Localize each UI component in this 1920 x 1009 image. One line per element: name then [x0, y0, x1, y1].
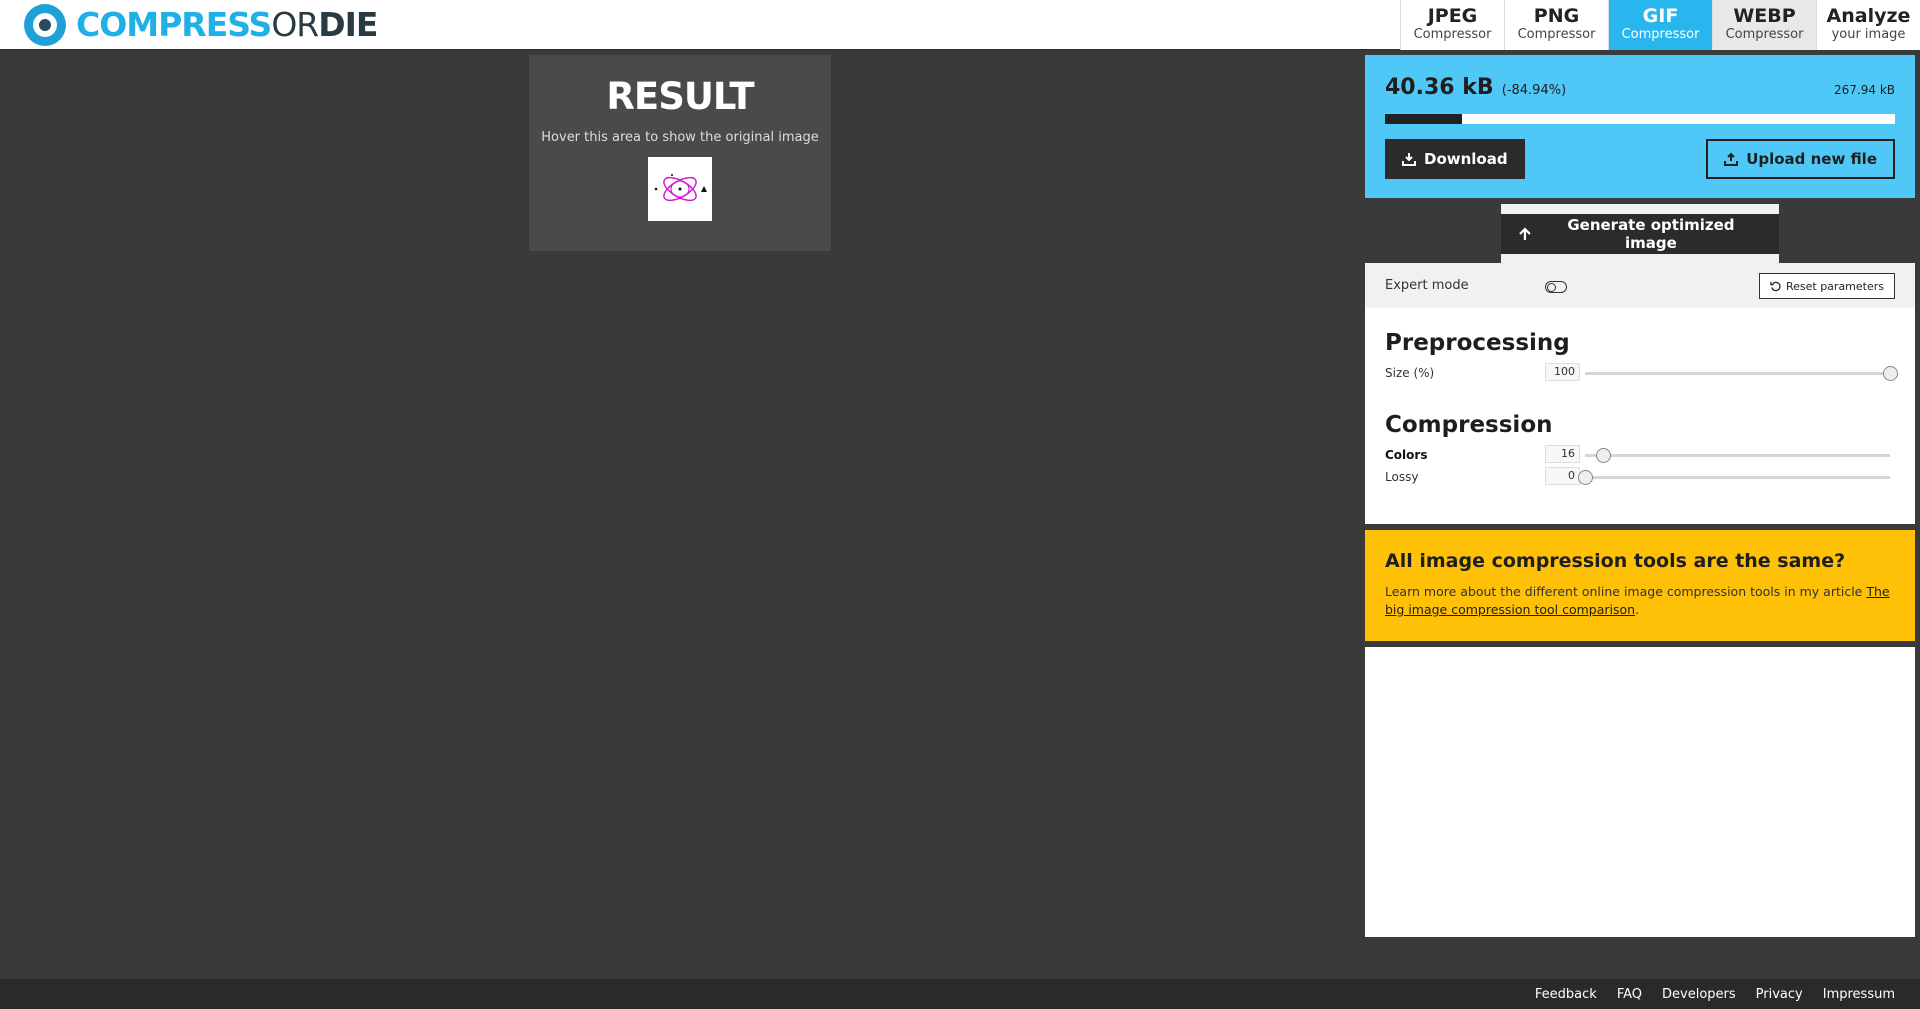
logo-text: COMPRESSORDIE — [76, 5, 378, 45]
original-size: 267.94 kB — [1834, 83, 1895, 97]
footer-link-faq[interactable]: FAQ — [1617, 987, 1642, 1002]
atom-image — [654, 174, 707, 202]
size-label: Size (%) — [1385, 366, 1435, 380]
compression-percent: (-84.94%) — [1501, 83, 1567, 98]
promo-end: . — [1635, 602, 1640, 617]
tab-subtitle: Compressor — [1725, 27, 1804, 42]
promo-text: Learn more about the different online im… — [1385, 583, 1895, 619]
tab-subtitle: Compressor — [1413, 27, 1492, 42]
logo-icon — [24, 4, 66, 46]
colors-slider-handle[interactable] — [1596, 448, 1612, 463]
upload-new-file-button[interactable]: Upload new file — [1706, 139, 1895, 179]
tab-title: PNG — [1533, 5, 1580, 27]
size-input[interactable]: 100 — [1545, 363, 1580, 381]
footer: Feedback FAQ Developers Privacy Impressu… — [0, 979, 1920, 1009]
preprocessing-title: Preprocessing — [1385, 330, 1570, 356]
size-slider[interactable] — [1585, 366, 1898, 381]
tab-subtitle: Compressor — [1517, 27, 1596, 42]
parameters-panel: Expert mode Reset parameters Preprocessi… — [1365, 263, 1915, 524]
ad-area — [1365, 647, 1915, 937]
tab-title: JPEG — [1427, 5, 1478, 27]
footer-link-impressum[interactable]: Impressum — [1823, 987, 1895, 1002]
promo-body: Learn more about the different online im… — [1385, 584, 1867, 599]
colors-label: Colors — [1385, 448, 1428, 462]
lossy-label: Lossy — [1385, 470, 1419, 484]
tab-subtitle: Compressor — [1621, 27, 1700, 42]
arrow-up-icon — [1519, 227, 1531, 240]
lossy-slider-row: Lossy 0 — [1365, 466, 1915, 488]
tab-title: WEBP — [1733, 5, 1796, 27]
result-preview[interactable]: RESULT Hover this area to show the origi… — [529, 55, 831, 251]
size-slider-row: Size (%) 100 — [1365, 362, 1915, 384]
result-stats-panel: 40.36 kB (-84.94%) 267.94 kB Download Up… — [1365, 55, 1915, 198]
upload-label: Upload new file — [1746, 150, 1877, 168]
size-progress-bar — [1385, 114, 1895, 124]
reset-icon — [1770, 281, 1781, 291]
generate-optimized-image-button[interactable]: Generate optimized image — [1501, 214, 1779, 254]
tab-title: Analyze — [1826, 5, 1911, 27]
compressordie-logo[interactable]: COMPRESSORDIE — [24, 4, 378, 46]
logo-part-die: DIE — [318, 5, 378, 44]
compressor-tabs: JPEG Compressor PNG Compressor GIF Compr… — [1400, 0, 1920, 50]
reset-label: Reset parameters — [1785, 279, 1884, 293]
logo-part-or: OR — [271, 5, 319, 44]
upload-icon — [1724, 152, 1739, 166]
tab-analyze[interactable]: Analyze your image — [1816, 0, 1920, 50]
expert-mode-toggle[interactable] — [1545, 281, 1567, 293]
promo-title: All image compression tools are the same… — [1385, 550, 1846, 572]
tab-png[interactable]: PNG Compressor — [1504, 0, 1608, 50]
result-title: RESULT — [606, 75, 754, 118]
reset-parameters-button[interactable]: Reset parameters — [1758, 273, 1895, 299]
tab-gif[interactable]: GIF Compressor — [1608, 0, 1712, 50]
expert-mode-bar: Expert mode Reset parameters — [1365, 263, 1915, 308]
tab-webp[interactable]: WEBP Compressor — [1712, 0, 1816, 50]
generate-tab: Generate optimized image — [1501, 204, 1779, 264]
footer-link-privacy[interactable]: Privacy — [1756, 987, 1803, 1002]
top-header: COMPRESSORDIE JPEG Compressor PNG Compre… — [0, 0, 1920, 50]
tab-subtitle: your image — [1831, 27, 1906, 42]
lossy-input[interactable]: 0 — [1545, 467, 1580, 485]
colors-slider[interactable] — [1585, 448, 1890, 463]
generate-label: Generate optimized image — [1567, 216, 1735, 252]
compression-title: Compression — [1385, 412, 1553, 438]
result-thumbnail — [648, 157, 712, 221]
tab-jpeg[interactable]: JPEG Compressor — [1400, 0, 1504, 50]
size-slider-handle[interactable] — [1883, 366, 1898, 381]
compressed-size: 40.36 kB — [1385, 75, 1494, 100]
expert-mode-label: Expert mode — [1385, 278, 1469, 293]
download-icon — [1402, 153, 1416, 166]
tab-title: GIF — [1642, 5, 1679, 27]
promo-box: All image compression tools are the same… — [1365, 530, 1915, 641]
footer-link-developers[interactable]: Developers — [1662, 987, 1736, 1002]
download-button[interactable]: Download — [1385, 139, 1525, 179]
colors-input[interactable]: 16 — [1545, 445, 1580, 463]
colors-slider-row: Colors 16 — [1365, 444, 1915, 466]
result-hint: Hover this area to show the original ima… — [541, 130, 819, 145]
size-progress-fill — [1385, 114, 1462, 124]
lossy-slider[interactable] — [1578, 470, 1890, 485]
lossy-slider-handle[interactable] — [1578, 470, 1593, 485]
download-label: Download — [1424, 150, 1508, 168]
logo-part-compress: COMPRESS — [76, 5, 272, 44]
footer-link-feedback[interactable]: Feedback — [1535, 987, 1597, 1002]
